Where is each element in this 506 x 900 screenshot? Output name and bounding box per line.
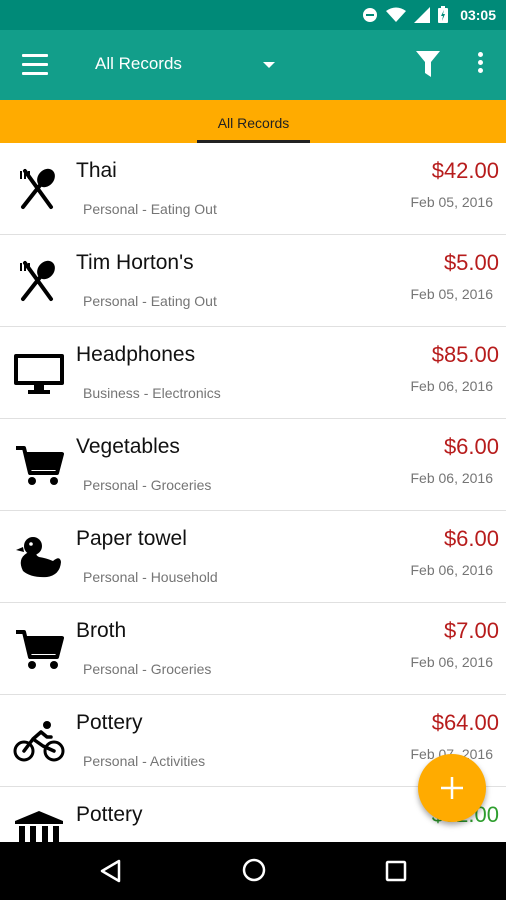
record-amount: $7.00 — [443, 618, 499, 643]
filter-icon[interactable] — [416, 51, 440, 77]
record-category: Personal - Activities — [83, 753, 206, 769]
record-name: Broth — [76, 619, 127, 642]
more-options-icon[interactable] — [470, 52, 490, 78]
menu-icon-line — [22, 54, 48, 57]
record-date: Feb 05, 2016 — [410, 286, 493, 302]
record-date: Feb 05, 2016 — [410, 194, 493, 210]
plus-icon — [441, 777, 463, 799]
menu-button[interactable] — [22, 54, 48, 76]
record-category: Personal - Household — [83, 569, 218, 585]
app-bar: All Records — [0, 30, 506, 100]
dropdown-arrow-icon[interactable] — [263, 62, 275, 68]
records-list[interactable]: Thai Personal - Eating Out $42.00 Feb 05… — [0, 143, 506, 842]
record-category: Business - Electronics — [83, 385, 221, 401]
record-amount: $6.00 — [443, 434, 499, 459]
record-row[interactable]: Paper towel Personal - Household $6.00 F… — [0, 511, 506, 603]
record-row[interactable]: Thai Personal - Eating Out $42.00 Feb 05… — [0, 143, 506, 235]
record-name: Tim Horton's — [76, 251, 194, 274]
record-amount: $64.00 — [431, 710, 499, 735]
record-row[interactable]: Vegetables Personal - Groceries $6.00 Fe… — [0, 419, 506, 511]
do-not-disturb-icon — [363, 7, 378, 22]
record-name: Pottery — [76, 803, 143, 826]
record-category: Personal - Groceries — [83, 477, 212, 493]
status-time: 03:05 — [460, 6, 496, 23]
home-icon[interactable] — [241, 857, 267, 883]
dot — [477, 60, 483, 65]
signal-icon — [414, 6, 431, 23]
bank-icon — [15, 811, 63, 842]
system-nav-bar — [0, 842, 506, 900]
tab-all-records[interactable]: All Records — [197, 100, 310, 143]
bike-icon — [13, 721, 65, 762]
fork-knife-icon — [20, 168, 55, 209]
fork-knife-icon — [20, 260, 55, 301]
record-date: Feb 06, 2016 — [410, 562, 493, 578]
record-name: Headphones — [76, 343, 196, 366]
cart-icon — [16, 446, 64, 485]
status-bar: 03:05 — [0, 0, 506, 30]
menu-icon-line — [22, 63, 48, 66]
record-row[interactable]: Tim Horton's Personal - Eating Out $5.00… — [0, 235, 506, 327]
record-amount: $5.00 — [443, 250, 499, 275]
record-date: Feb 06, 2016 — [410, 470, 493, 486]
record-row[interactable]: Headphones Business - Electronics $85.00… — [0, 327, 506, 419]
wifi-icon — [386, 7, 407, 22]
add-record-button[interactable] — [418, 754, 486, 822]
tab-label: All Records — [217, 115, 290, 131]
record-category: Personal - Eating Out — [83, 293, 217, 309]
battery-icon — [438, 6, 449, 23]
record-date: Feb 06, 2016 — [410, 654, 493, 670]
record-amount: $42.00 — [431, 158, 499, 183]
record-category: Personal - Groceries — [83, 661, 212, 677]
tab-bar: All Records — [0, 100, 506, 143]
record-name: Vegetables — [76, 435, 180, 458]
record-date: Feb 06, 2016 — [410, 378, 493, 394]
dot — [477, 52, 483, 57]
record-name: Paper towel — [76, 527, 187, 550]
status-icons: 03:05 — [362, 6, 496, 23]
menu-icon-line — [22, 72, 48, 75]
record-name: Pottery — [76, 711, 143, 734]
monitor-icon — [14, 354, 64, 394]
cart-icon — [16, 630, 64, 669]
recent-apps-icon[interactable] — [385, 860, 407, 882]
back-icon[interactable] — [98, 858, 124, 884]
record-filter-title[interactable]: All Records — [95, 54, 182, 74]
dot — [477, 68, 483, 73]
record-row[interactable]: Broth Personal - Groceries $7.00 Feb 06,… — [0, 603, 506, 695]
record-category: Personal - Eating Out — [83, 201, 217, 217]
record-amount: $6.00 — [443, 526, 499, 551]
record-amount: $85.00 — [431, 342, 499, 367]
duck-icon — [16, 537, 61, 578]
record-name: Thai — [76, 159, 117, 182]
